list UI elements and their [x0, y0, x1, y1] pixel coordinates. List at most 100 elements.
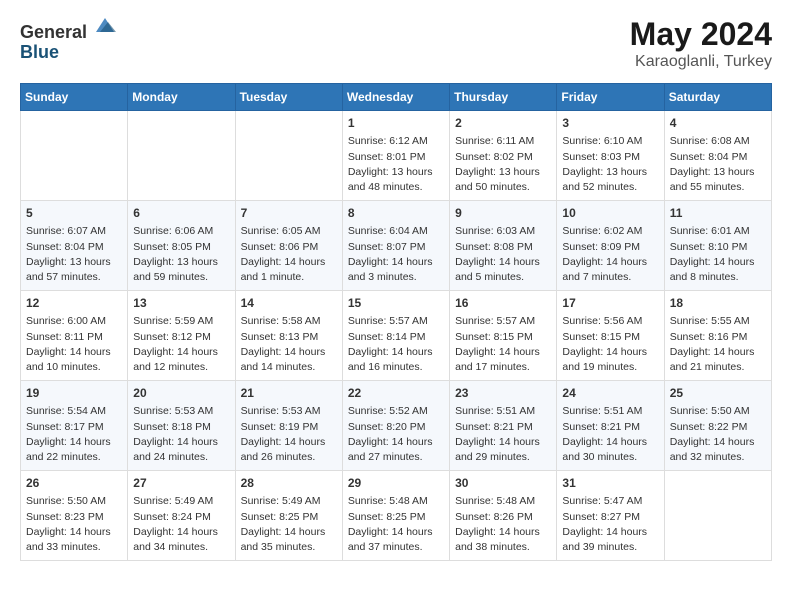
day-info-line: Sunset: 8:15 PM [455, 330, 551, 345]
calendar-cell: 22Sunrise: 5:52 AMSunset: 8:20 PMDayligh… [342, 381, 449, 471]
day-info-line: and 55 minutes. [670, 180, 766, 195]
day-info-line: Sunset: 8:18 PM [133, 420, 229, 435]
calendar-cell: 5Sunrise: 6:07 AMSunset: 8:04 PMDaylight… [21, 201, 128, 291]
header-tuesday: Tuesday [235, 84, 342, 111]
day-info-line: Daylight: 14 hours [455, 435, 551, 450]
day-info-line: Sunrise: 6:08 AM [670, 134, 766, 149]
day-info-line: Sunset: 8:25 PM [241, 510, 337, 525]
day-info-line: and 32 minutes. [670, 450, 766, 465]
day-info-line: Sunrise: 5:50 AM [670, 404, 766, 419]
calendar-cell: 20Sunrise: 5:53 AMSunset: 8:18 PMDayligh… [128, 381, 235, 471]
day-info-line: Sunset: 8:08 PM [455, 240, 551, 255]
week-row-1: 1Sunrise: 6:12 AMSunset: 8:01 PMDaylight… [21, 111, 772, 201]
day-info-line: and 34 minutes. [133, 540, 229, 555]
day-info-line: Daylight: 14 hours [348, 435, 444, 450]
day-number: 25 [670, 385, 766, 402]
day-info-line: Sunrise: 6:01 AM [670, 224, 766, 239]
calendar-cell: 2Sunrise: 6:11 AMSunset: 8:02 PMDaylight… [450, 111, 557, 201]
day-number: 12 [26, 295, 122, 312]
day-info-line: Sunset: 8:27 PM [562, 510, 658, 525]
day-info-line: Daylight: 14 hours [562, 525, 658, 540]
day-number: 10 [562, 205, 658, 222]
day-info-line: Daylight: 13 hours [562, 165, 658, 180]
header-sunday: Sunday [21, 84, 128, 111]
calendar-cell: 14Sunrise: 5:58 AMSunset: 8:13 PMDayligh… [235, 291, 342, 381]
day-info-line: Sunrise: 6:11 AM [455, 134, 551, 149]
day-number: 17 [562, 295, 658, 312]
day-info-line: Sunrise: 6:00 AM [26, 314, 122, 329]
day-number: 18 [670, 295, 766, 312]
day-info-line: and 1 minute. [241, 270, 337, 285]
calendar-cell: 26Sunrise: 5:50 AMSunset: 8:23 PMDayligh… [21, 471, 128, 561]
title-block: May 2024 Karaoglanli, Turkey [630, 16, 772, 71]
day-number: 1 [348, 115, 444, 132]
day-number: 19 [26, 385, 122, 402]
day-info-line: Sunrise: 5:54 AM [26, 404, 122, 419]
day-number: 14 [241, 295, 337, 312]
page: General Blue May 2024 Karaoglanli, Turke… [0, 0, 792, 577]
day-info-line: Daylight: 14 hours [455, 525, 551, 540]
day-info-line: Sunset: 8:12 PM [133, 330, 229, 345]
calendar-cell: 24Sunrise: 5:51 AMSunset: 8:21 PMDayligh… [557, 381, 664, 471]
day-info-line: and 52 minutes. [562, 180, 658, 195]
day-number: 15 [348, 295, 444, 312]
day-number: 21 [241, 385, 337, 402]
day-info-line: Daylight: 14 hours [26, 525, 122, 540]
day-info-line: Daylight: 14 hours [562, 345, 658, 360]
day-info-line: and 16 minutes. [348, 360, 444, 375]
calendar-cell: 7Sunrise: 6:05 AMSunset: 8:06 PMDaylight… [235, 201, 342, 291]
day-number: 28 [241, 475, 337, 492]
day-number: 26 [26, 475, 122, 492]
calendar-cell: 25Sunrise: 5:50 AMSunset: 8:22 PMDayligh… [664, 381, 771, 471]
day-info-line: Sunset: 8:13 PM [241, 330, 337, 345]
calendar-cell: 23Sunrise: 5:51 AMSunset: 8:21 PMDayligh… [450, 381, 557, 471]
week-row-3: 12Sunrise: 6:00 AMSunset: 8:11 PMDayligh… [21, 291, 772, 381]
day-info-line: Sunset: 8:02 PM [455, 150, 551, 165]
calendar-cell: 8Sunrise: 6:04 AMSunset: 8:07 PMDaylight… [342, 201, 449, 291]
calendar-cell: 31Sunrise: 5:47 AMSunset: 8:27 PMDayligh… [557, 471, 664, 561]
day-info-line: Daylight: 13 hours [670, 165, 766, 180]
day-info-line: Daylight: 14 hours [241, 255, 337, 270]
day-info-line: and 29 minutes. [455, 450, 551, 465]
day-info-line: and 12 minutes. [133, 360, 229, 375]
day-info-line: Daylight: 14 hours [241, 345, 337, 360]
day-info-line: and 7 minutes. [562, 270, 658, 285]
day-info-line: Sunset: 8:05 PM [133, 240, 229, 255]
week-row-5: 26Sunrise: 5:50 AMSunset: 8:23 PMDayligh… [21, 471, 772, 561]
calendar-cell: 9Sunrise: 6:03 AMSunset: 8:08 PMDaylight… [450, 201, 557, 291]
day-info-line: Daylight: 14 hours [348, 255, 444, 270]
calendar-cell: 28Sunrise: 5:49 AMSunset: 8:25 PMDayligh… [235, 471, 342, 561]
day-info-line: Sunset: 8:10 PM [670, 240, 766, 255]
day-info-line: Daylight: 14 hours [348, 525, 444, 540]
day-info-line: and 22 minutes. [26, 450, 122, 465]
day-info-line: Daylight: 14 hours [133, 345, 229, 360]
calendar-cell [664, 471, 771, 561]
location-title: Karaoglanli, Turkey [630, 53, 772, 71]
calendar-cell: 13Sunrise: 5:59 AMSunset: 8:12 PMDayligh… [128, 291, 235, 381]
week-row-2: 5Sunrise: 6:07 AMSunset: 8:04 PMDaylight… [21, 201, 772, 291]
day-info-line: Daylight: 14 hours [26, 345, 122, 360]
header-friday: Friday [557, 84, 664, 111]
logo-block: General Blue [20, 16, 116, 63]
day-info-line: and 24 minutes. [133, 450, 229, 465]
day-info-line: Sunset: 8:26 PM [455, 510, 551, 525]
day-info-line: Sunset: 8:21 PM [562, 420, 658, 435]
day-info-line: Sunset: 8:16 PM [670, 330, 766, 345]
day-info-line: and 5 minutes. [455, 270, 551, 285]
calendar-cell: 11Sunrise: 6:01 AMSunset: 8:10 PMDayligh… [664, 201, 771, 291]
day-info-line: Sunset: 8:24 PM [133, 510, 229, 525]
day-info-line: Sunset: 8:20 PM [348, 420, 444, 435]
day-info-line: Daylight: 14 hours [455, 345, 551, 360]
day-info-line: Daylight: 13 hours [133, 255, 229, 270]
day-number: 13 [133, 295, 229, 312]
calendar-cell: 18Sunrise: 5:55 AMSunset: 8:16 PMDayligh… [664, 291, 771, 381]
day-info-line: Sunset: 8:11 PM [26, 330, 122, 345]
day-info-line: Sunrise: 6:12 AM [348, 134, 444, 149]
day-info-line: Sunset: 8:03 PM [562, 150, 658, 165]
day-info-line: and 17 minutes. [455, 360, 551, 375]
day-info-line: Daylight: 14 hours [455, 255, 551, 270]
day-info-line: and 14 minutes. [241, 360, 337, 375]
calendar-cell: 1Sunrise: 6:12 AMSunset: 8:01 PMDaylight… [342, 111, 449, 201]
day-number: 16 [455, 295, 551, 312]
day-info-line: Sunset: 8:22 PM [670, 420, 766, 435]
